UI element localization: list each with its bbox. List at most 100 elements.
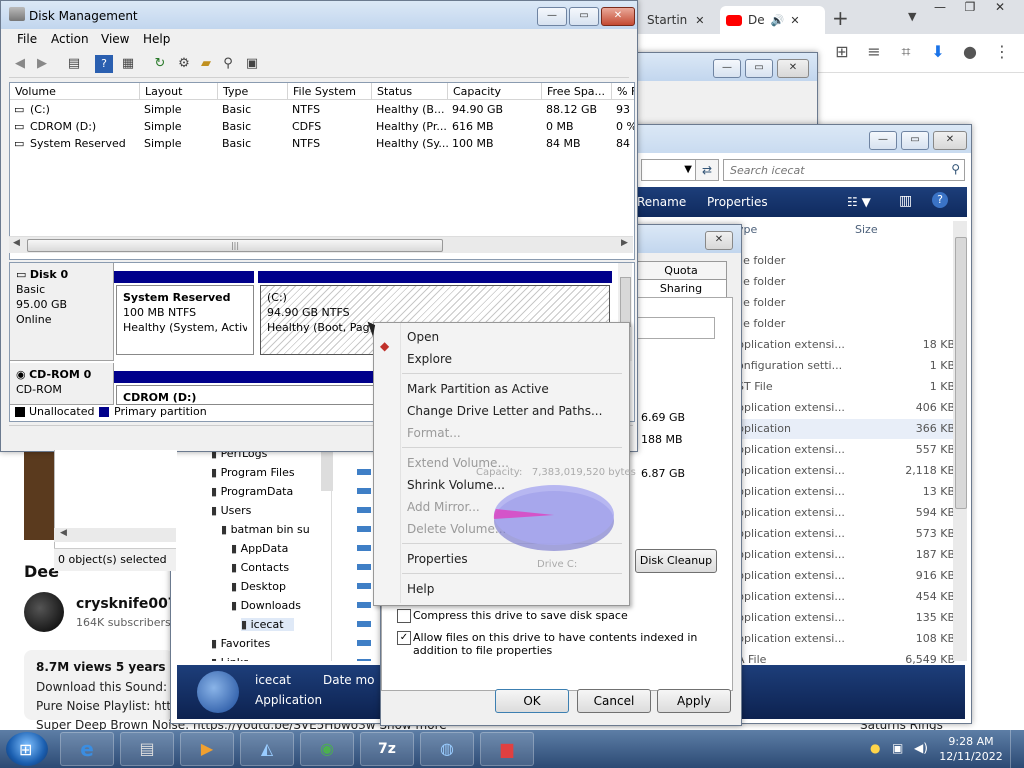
start-button[interactable]: ⊞ (6, 732, 48, 766)
computer-management-icon[interactable]: ▤ (120, 732, 174, 766)
extensions-grid-icon[interactable]: ⊞ (832, 42, 852, 62)
tab-sharing[interactable]: Sharing (635, 279, 727, 299)
close-icon[interactable]: ✕ (777, 59, 809, 78)
action-pane-icon[interactable]: ▦ (119, 55, 137, 73)
view-options-icon[interactable]: ☷ ▼ (847, 195, 871, 209)
internet-explorer-icon[interactable]: e (60, 732, 114, 766)
console-tree-icon[interactable]: ▤ (65, 55, 83, 73)
partition-system-reserved[interactable]: System Reserved 100 MB NTFS Healthy (Sys… (116, 285, 254, 355)
download-icon[interactable]: ⬇ (928, 42, 948, 62)
preview-pane-icon[interactable]: ▥ (899, 193, 912, 209)
forward-arrow-icon[interactable]: ▶ (33, 55, 51, 73)
volume-label-input[interactable] (631, 317, 715, 339)
disk0-header[interactable]: ▭ Disk 0 Basic 95.00 GB Online (10, 263, 114, 361)
list-item[interactable]: ST File 1 KB (737, 377, 957, 397)
minimize-icon[interactable]: — (928, 0, 952, 16)
list-item[interactable]: pplication extensi... 454 KB (737, 587, 957, 607)
close-icon[interactable]: ✕ (790, 14, 799, 27)
table-row[interactable]: System Reserved Simple Basic NTFS Healthy (S… (10, 135, 634, 152)
menu-view[interactable]: View (101, 32, 129, 46)
list-item[interactable]: ile folder (737, 293, 957, 313)
browser-tab-youtube[interactable]: De 🔊 ✕ (720, 6, 825, 34)
restore-icon[interactable]: ❐ (958, 0, 982, 16)
scrollbar-thumb[interactable]: ||| (27, 239, 443, 252)
list-item[interactable]: pplication 366 KB (737, 419, 957, 439)
playlist-icon[interactable]: ≡ (864, 42, 884, 62)
partition-cdrom[interactable]: CDROM (D:) (116, 385, 392, 405)
list-item[interactable]: ile folder (737, 314, 957, 334)
column-header-free-space[interactable]: Free Spa... (542, 83, 612, 100)
nav-item[interactable]: ▮ AppData (231, 542, 288, 555)
scrollbar-thumb[interactable] (620, 277, 631, 327)
column-header-status[interactable]: Status (372, 83, 448, 100)
menu-item-explore[interactable]: Explore (407, 352, 452, 366)
column-header-size[interactable]: Size (855, 223, 878, 236)
tab-search-icon[interactable]: ▼ (908, 10, 916, 23)
chrome-icon[interactable]: ◉ (300, 732, 354, 766)
disk-cleanup-button[interactable]: Disk Cleanup (635, 549, 717, 573)
channel-name[interactable]: crysknife007 (76, 596, 178, 612)
list-item[interactable]: pplication extensi... 916 KB (737, 566, 957, 586)
minimize-icon[interactable]: — (713, 59, 741, 78)
back-arrow-icon[interactable]: ◀ (11, 55, 29, 73)
rename-button[interactable]: Rename (637, 195, 686, 209)
nav-item[interactable]: ▮ Links (211, 656, 249, 661)
account-icon[interactable]: ● (960, 42, 980, 62)
help-icon[interactable]: ? (932, 192, 948, 208)
menu-item-shrink-volume[interactable]: Shrink Volume... (407, 478, 505, 492)
menu-item-open[interactable]: Open (407, 330, 439, 344)
toolbox-icon[interactable]: ▆ (480, 732, 534, 766)
nav-item[interactable]: ▮ Users (211, 504, 251, 517)
properties-button[interactable]: Properties (707, 195, 768, 209)
scroll-left-icon[interactable]: ◀ (13, 238, 20, 248)
list-item[interactable]: pplication extensi... 108 KB (737, 629, 957, 649)
channel-avatar[interactable] (24, 592, 64, 632)
maximize-icon[interactable]: ▭ (569, 7, 599, 26)
list-item[interactable]: pplication extensi... 557 KB (737, 440, 957, 460)
cdrom-header[interactable]: ◉ CD-ROM 0 CD-ROM (10, 363, 114, 405)
list-item[interactable]: pplication extensi... 18 KB (737, 335, 957, 355)
table-row[interactable]: (C:) Simple Basic NTFS Healthy (B... 94.90 GB… (10, 101, 634, 118)
scrollbar-thumb[interactable] (955, 237, 967, 509)
refresh-icon[interactable]: ⇄ (695, 159, 719, 181)
folder-icon[interactable]: ▰ (197, 55, 215, 73)
scroll-left-icon[interactable]: ◀ (60, 528, 67, 538)
list-item[interactable]: onfiguration setti... 1 KB (737, 356, 957, 376)
search-input[interactable] (724, 160, 942, 180)
new-tab-button[interactable]: + (832, 6, 849, 30)
help-icon[interactable]: ? (95, 55, 113, 73)
close-icon[interactable]: ✕ (601, 7, 635, 26)
volume-icon[interactable]: ◀) (914, 741, 928, 755)
search-icon[interactable]: ⚲ (951, 162, 960, 176)
scroll-right-icon[interactable]: ▶ (621, 238, 628, 248)
app-icon[interactable]: ◭ (240, 732, 294, 766)
list-item[interactable]: pplication extensi... 573 KB (737, 524, 957, 544)
network-icon[interactable]: ▣ (892, 741, 903, 755)
cancel-button[interactable]: Cancel (577, 689, 651, 713)
nav-item[interactable]: ▮ Downloads (231, 599, 301, 612)
nav-item[interactable]: ▮ Program Files (211, 466, 295, 479)
menu-file[interactable]: File (17, 32, 37, 46)
list-item[interactable]: pplication extensi... 187 KB (737, 545, 957, 565)
clock[interactable]: 9:28 AM 12/11/2022 (938, 734, 1004, 764)
properties-icon[interactable]: ▣ (243, 55, 261, 73)
menu-help[interactable]: Help (143, 32, 170, 46)
speaker-icon[interactable]: 🔊 (771, 14, 785, 27)
menu-dots-icon[interactable]: ⋮ (992, 42, 1012, 62)
menu-item-mark-active[interactable]: Mark Partition as Active (407, 382, 549, 396)
media-player-icon[interactable]: ▶ (180, 732, 234, 766)
list-item[interactable]: pplication extensi... 594 KB (737, 503, 957, 523)
maximize-icon[interactable]: ▭ (901, 131, 929, 150)
column-header-capacity[interactable]: Capacity (448, 83, 542, 100)
nav-item[interactable]: ▮ ProgramData (211, 485, 293, 498)
nav-item[interactable]: ▮ icecat (241, 618, 294, 631)
maximize-icon[interactable]: ▭ (745, 59, 773, 78)
minimize-icon[interactable]: — (537, 7, 567, 26)
show-desktop-button[interactable] (1010, 730, 1024, 768)
menu-item-change-drive-letter[interactable]: Change Drive Letter and Paths... (407, 404, 602, 418)
list-item[interactable]: pplication extensi... 406 KB (737, 398, 957, 418)
list-item[interactable]: pplication extensi... 13 KB (737, 482, 957, 502)
settings-icon[interactable]: ⚙ (175, 55, 193, 73)
close-icon[interactable]: ✕ (695, 14, 704, 27)
browser-tab-starting[interactable]: Startin ✕ (642, 6, 712, 34)
